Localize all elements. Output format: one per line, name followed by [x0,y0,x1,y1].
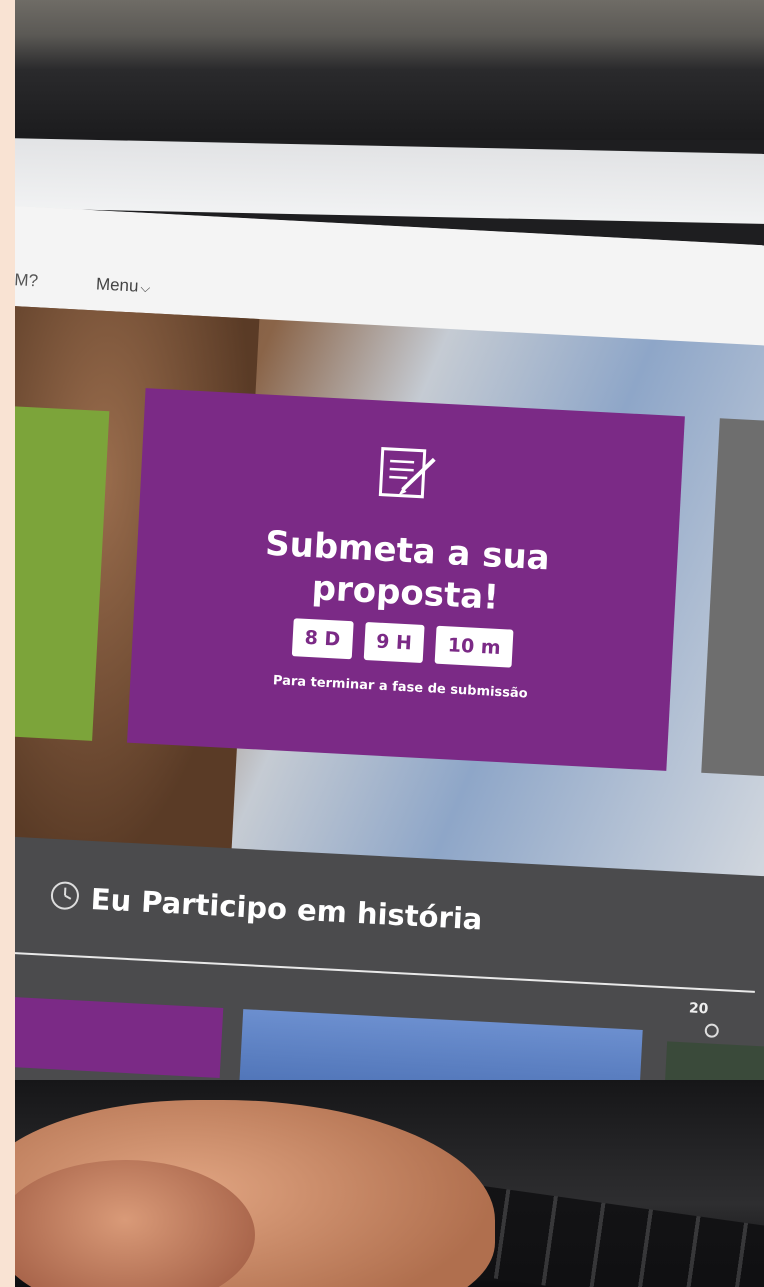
proposal-title: Submeta a sua proposta! [264,523,551,618]
hero-banner: Submeta a sua proposta! 8 D9 H 10 m Para … [15,304,764,908]
nav-pm-link[interactable]: PM? [15,270,39,292]
menu-button[interactable]: Menu⌵ [95,274,151,297]
laptop-photo: PM? Menu⌵ Submeta a sua proposta! 8 D 9 … [15,0,764,1287]
timeline-line [15,948,755,993]
history-card[interactable] [15,993,224,1078]
countdown-caption: Para terminar a fase de submissão [272,673,529,702]
timeline-year: 20 [688,1000,709,1018]
gray-card[interactable] [701,418,764,778]
chevron-down-icon: ⌵ [140,279,151,296]
menu-label: Menu [95,274,139,296]
clock-icon [50,881,79,910]
screen-bezel-top [15,0,764,140]
document-edit-icon [378,447,436,499]
side-strip [0,0,15,1287]
countdown-hours: 9 H [363,621,425,664]
timeline-marker[interactable] [704,1023,720,1039]
countdown-days: 8 D [291,618,354,660]
history-title: Eu Participo em história [89,881,484,937]
history-heading: Eu Participo em história [48,879,484,937]
website-page: PM? Menu⌵ Submeta a sua proposta! 8 D 9 … [15,205,764,1147]
proposal-card[interactable]: Submeta a sua proposta! 8 D9 H 10 m Para … [127,388,685,771]
countdown-minutes: 10 m [434,625,514,668]
